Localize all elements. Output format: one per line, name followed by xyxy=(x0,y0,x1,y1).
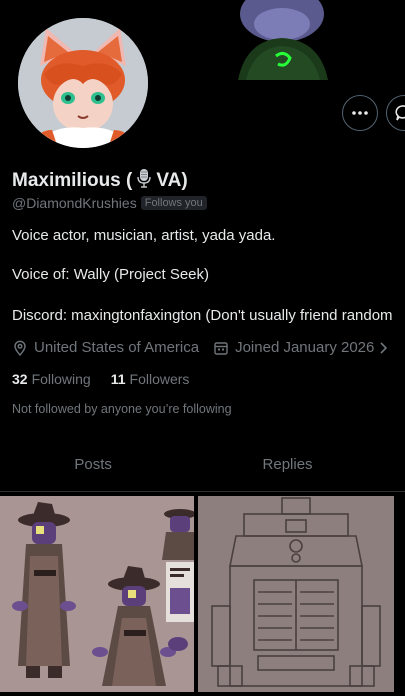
tab-replies[interactable]: Replies xyxy=(186,438,389,491)
followers-count[interactable]: 11 xyxy=(111,371,126,387)
banner-image[interactable] xyxy=(228,0,336,80)
username-handle: @DiamondKrushies xyxy=(12,195,137,211)
location-icon xyxy=(14,340,26,356)
more-icon xyxy=(352,111,368,115)
joined-text: Joined January 2026 xyxy=(235,339,375,356)
avatar[interactable] xyxy=(14,14,152,152)
profile-meta: United States of America Joined January … xyxy=(12,339,405,356)
message-button[interactable] xyxy=(386,95,405,131)
not-followed-notice: Not followed by anyone you’re following xyxy=(12,402,232,416)
media-image xyxy=(198,496,394,692)
following-label[interactable]: Following xyxy=(32,371,91,387)
bio-line: Voice of: Wally (Project Seek) xyxy=(12,266,210,283)
calendar-icon xyxy=(214,341,228,355)
media-thumbnail[interactable] xyxy=(198,496,394,692)
display-name: Maximilious ( xyxy=(12,169,133,191)
chevron-right-icon xyxy=(380,341,388,354)
location-item: United States of America xyxy=(12,339,199,356)
more-button[interactable] xyxy=(342,95,378,131)
handle-row: @DiamondKrushies Follows you xyxy=(12,195,207,211)
message-icon xyxy=(395,105,405,121)
display-name-suffix: VA) xyxy=(156,169,188,191)
bio-line: Voice actor, musician, artist, yada yada… xyxy=(12,227,276,244)
location-text: United States of America xyxy=(34,339,200,356)
tab-posts[interactable]: Posts xyxy=(0,438,186,491)
follows-you-badge: Follows you xyxy=(140,196,207,210)
following-count[interactable]: 32 xyxy=(12,371,28,387)
display-name-row: Maximilious ( VA) xyxy=(12,168,188,193)
bio-line: Discord: maxingtonfaxington (Don't usual… xyxy=(12,307,393,324)
microphone-icon xyxy=(136,168,152,193)
media-thumbnail[interactable] xyxy=(0,496,194,692)
joined-item[interactable]: Joined January 2026 xyxy=(213,339,396,356)
followers-label[interactable]: Followers xyxy=(130,371,190,387)
media-image xyxy=(0,496,194,692)
avatar-image xyxy=(18,18,148,148)
follow-stats: 32 Following 11 Followers xyxy=(12,371,209,387)
profile-tabs: Posts Replies xyxy=(0,438,405,492)
